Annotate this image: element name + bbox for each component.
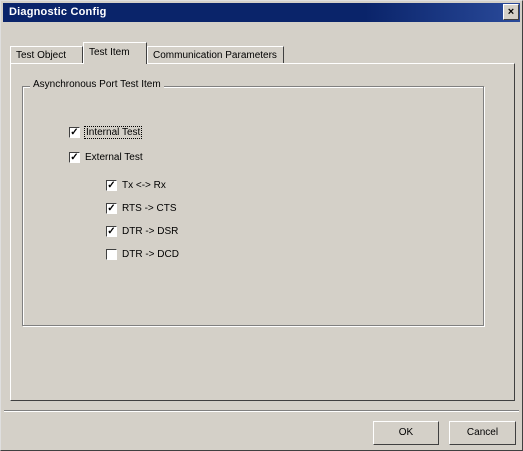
rts-cts-checkbox[interactable]: ✓ (106, 203, 117, 214)
dtr-dcd-checkbox[interactable] (106, 249, 117, 260)
button-separator (4, 410, 519, 411)
group-legend: Asynchronous Port Test Item (30, 79, 164, 90)
dtr-dcd-label: DTR -> DCD (122, 249, 179, 260)
internal-test-option[interactable]: ✓ Internal Test (69, 126, 143, 139)
tx-rx-option[interactable]: ✓ Tx <-> Rx (106, 180, 166, 191)
rts-cts-label: RTS -> CTS (122, 203, 177, 214)
dtr-dcd-option[interactable]: DTR -> DCD (106, 249, 179, 260)
cancel-button[interactable]: Cancel (449, 421, 516, 445)
internal-test-label: Internal Test (83, 126, 143, 139)
tab-panel (10, 63, 515, 401)
tx-rx-label: Tx <-> Rx (122, 180, 166, 191)
dtr-dsr-label: DTR -> DSR (122, 226, 179, 237)
window-title: Diagnostic Config (9, 6, 107, 18)
dtr-dsr-option[interactable]: ✓ DTR -> DSR (106, 226, 178, 237)
tx-rx-checkbox[interactable]: ✓ (106, 180, 117, 191)
external-test-label: External Test (85, 152, 143, 163)
dtr-dsr-checkbox[interactable]: ✓ (106, 226, 117, 237)
tab-test-object[interactable]: Test Object (10, 46, 83, 63)
external-test-checkbox[interactable]: ✓ (69, 152, 80, 163)
tab-test-item[interactable]: Test Item (83, 42, 147, 64)
external-test-option[interactable]: ✓ External Test (69, 152, 143, 163)
tab-communication-parameters[interactable]: Communication Parameters (147, 46, 284, 63)
close-button[interactable]: × (503, 4, 519, 20)
ok-button[interactable]: OK (373, 421, 439, 445)
title-bar: Diagnostic Config × (3, 3, 520, 22)
internal-test-checkbox[interactable]: ✓ (69, 127, 80, 138)
rts-cts-option[interactable]: ✓ RTS -> CTS (106, 203, 177, 214)
